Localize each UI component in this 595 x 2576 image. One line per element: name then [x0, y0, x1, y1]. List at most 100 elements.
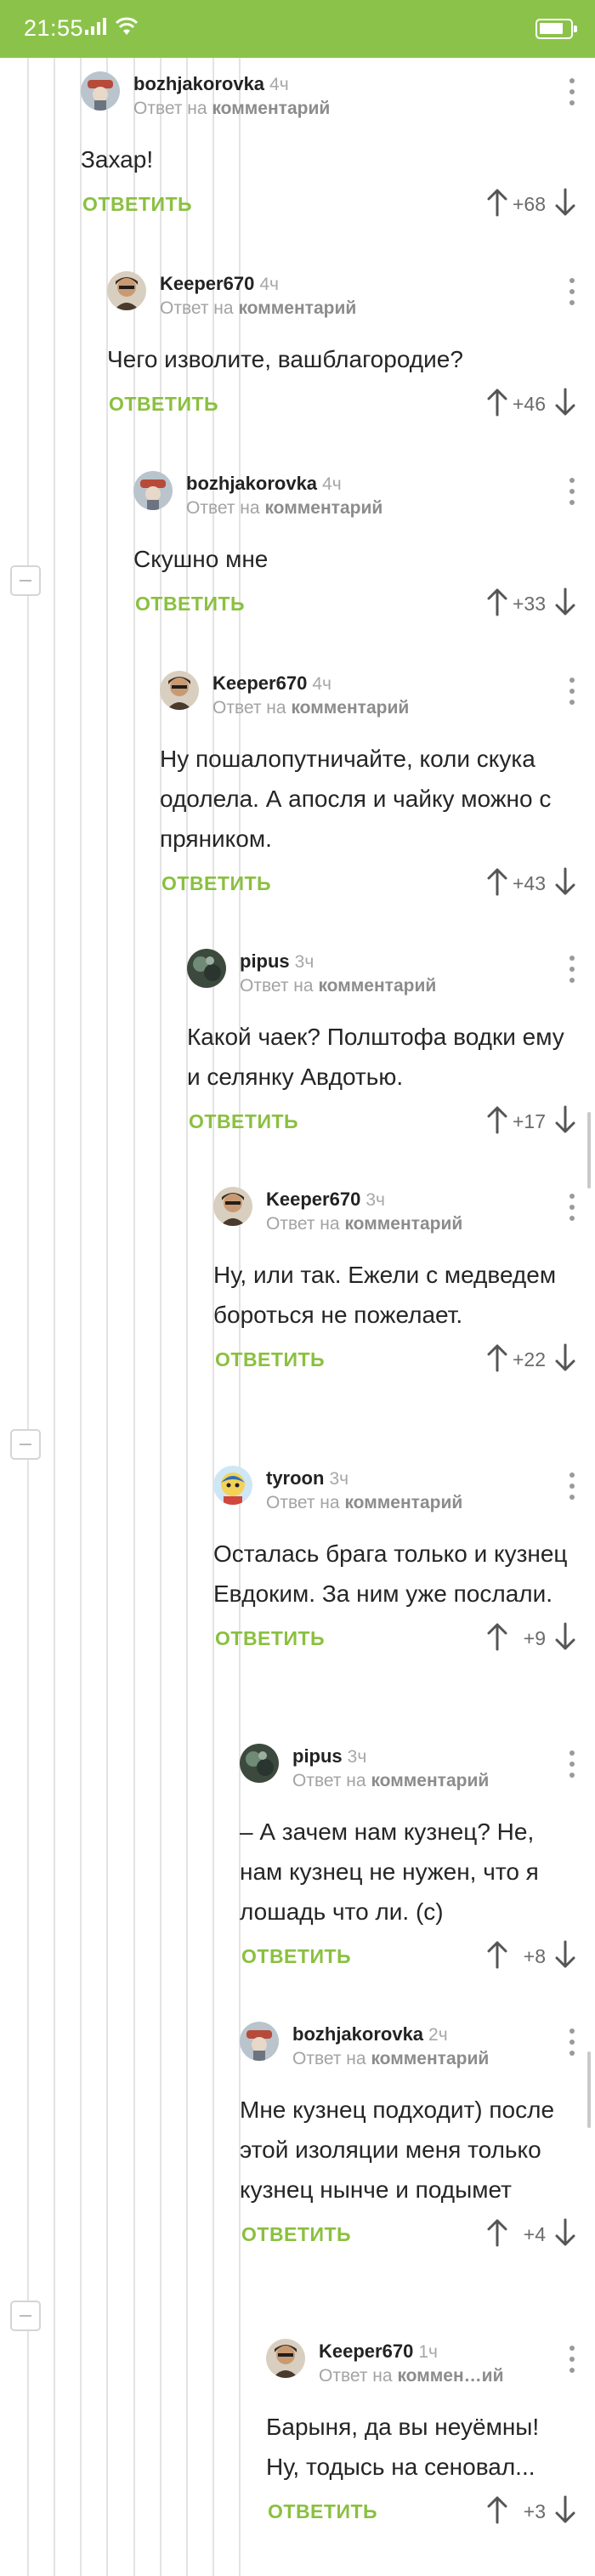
comment-author[interactable]: bozhjakorovka 2ч — [292, 2023, 448, 2045]
reply-target-link[interactable]: комментарий — [238, 298, 356, 318]
author-name[interactable]: tyroon — [266, 1467, 324, 1489]
reply-button[interactable]: ОТВЕТИТЬ — [189, 1110, 298, 1133]
thread-line — [106, 58, 108, 2576]
more-options-icon[interactable] — [568, 278, 576, 307]
more-options-icon[interactable] — [568, 78, 576, 107]
comment-header: bozhjakorovka 4ч Ответ на комментарий — [81, 65, 583, 122]
collapse-thread-button[interactable] — [10, 565, 41, 596]
reply-target-link[interactable]: комментарий — [318, 976, 436, 996]
more-options-icon[interactable] — [568, 2346, 576, 2375]
comment-author[interactable]: Keeper670 4ч — [160, 273, 279, 295]
downvote-arrow-icon[interactable] — [554, 2218, 576, 2251]
comment-text: Ну, или так. Ежели с медведем бороться н… — [213, 1262, 557, 1328]
bozhjakorovka-avatar[interactable] — [240, 2022, 279, 2061]
reply-target-link[interactable]: комментарий — [291, 698, 409, 718]
downvote-arrow-icon[interactable] — [554, 867, 576, 900]
reply-target-link[interactable]: комментарий — [264, 498, 382, 518]
reply-to-line: Ответ на комментарий — [186, 498, 382, 519]
tyroon-avatar[interactable] — [213, 1466, 252, 1505]
bozhjakorovka-avatar[interactable] — [133, 471, 173, 510]
collapse-thread-button[interactable] — [10, 2301, 41, 2331]
reply-button[interactable]: ОТВЕТИТЬ — [109, 393, 218, 416]
comment-actions: ОТВЕТИТЬ +46 — [107, 379, 583, 435]
reply-target-link[interactable]: комментарий — [344, 1493, 462, 1512]
downvote-arrow-icon[interactable] — [554, 587, 576, 621]
comment-time: 4ч — [312, 674, 332, 694]
more-options-icon[interactable] — [568, 956, 576, 984]
reply-target-link[interactable]: комментарий — [344, 1214, 462, 1234]
pipus-avatar[interactable] — [240, 1744, 279, 1783]
author-name[interactable]: bozhjakorovka — [186, 473, 317, 494]
comment-rating: +46 — [512, 393, 546, 415]
comment-text: Ну пошалопутничайте, коли скука одолела.… — [160, 746, 552, 852]
more-options-icon[interactable] — [568, 1750, 576, 1779]
comment-time: 3ч — [294, 952, 314, 972]
reply-button[interactable]: ОТВЕТИТЬ — [241, 2223, 351, 2246]
reply-button[interactable]: ОТВЕТИТЬ — [215, 1348, 325, 1371]
author-name[interactable]: Keeper670 — [266, 1189, 360, 1210]
comment: pipus 3ч Ответ на комментарий – А зачем нам… — [240, 1737, 583, 1988]
comment: bozhjakorovka 4ч Ответ на комментарий Скушн… — [133, 464, 583, 635]
downvote-arrow-icon[interactable] — [554, 188, 576, 221]
more-options-icon[interactable] — [568, 1194, 576, 1223]
comment-time: 4ч — [322, 474, 342, 494]
keeper670-avatar[interactable] — [160, 671, 199, 710]
author-name[interactable]: pipus — [240, 950, 290, 972]
reply-target-link[interactable]: комментарий — [371, 2049, 489, 2068]
reply-to-line: Ответ на коммен…ий — [319, 2366, 503, 2386]
comment-author[interactable]: pipus 3ч — [292, 1745, 366, 1767]
comment: Keeper670 1ч Ответ на коммен…ий Барыня, да … — [266, 2332, 583, 2543]
scrollbar[interactable] — [587, 1112, 591, 1189]
author-name[interactable]: Keeper670 — [212, 672, 307, 694]
comment-header: Keeper670 3ч Ответ на комментарий — [213, 1180, 583, 1238]
author-name[interactable]: bozhjakorovka — [292, 2023, 423, 2045]
reply-button[interactable]: ОТВЕТИТЬ — [162, 872, 271, 895]
comment-header: Keeper670 4ч Ответ на комментарий — [107, 264, 583, 322]
reply-button[interactable]: ОТВЕТИТЬ — [241, 1945, 351, 1968]
reply-target-link[interactable]: комментарий — [212, 99, 330, 118]
comment-author[interactable]: bozhjakorovka 4ч — [186, 473, 342, 495]
comment-text: Захар! — [81, 146, 154, 173]
downvote-arrow-icon[interactable] — [554, 2495, 576, 2528]
reply-target-link[interactable]: коммен…ий — [397, 2366, 503, 2386]
comment-text: Барыня, да вы неуёмны! Ну, тодысь на сен… — [266, 2414, 540, 2480]
reply-target-link[interactable]: комментарий — [371, 1771, 489, 1790]
downvote-arrow-icon[interactable] — [554, 1622, 576, 1655]
author-name[interactable]: Keeper670 — [160, 273, 254, 294]
scrollbar[interactable] — [587, 2051, 591, 2128]
reply-button[interactable]: ОТВЕТИТЬ — [215, 1627, 325, 1650]
reply-button[interactable]: ОТВЕТИТЬ — [268, 2500, 377, 2523]
author-name[interactable]: bozhjakorovka — [133, 73, 264, 94]
downvote-arrow-icon[interactable] — [554, 1940, 576, 1973]
comment-author[interactable]: bozhjakorovka 4ч — [133, 73, 289, 95]
keeper670-avatar[interactable] — [266, 2339, 305, 2378]
comment-author[interactable]: tyroon 3ч — [266, 1467, 348, 1489]
downvote-arrow-icon[interactable] — [554, 1343, 576, 1376]
keeper670-avatar[interactable] — [107, 271, 146, 310]
pipus-avatar[interactable] — [187, 949, 226, 988]
comment: pipus 3ч Ответ на комментарий Какой чаек? П… — [187, 942, 583, 1153]
reply-to-line: Ответ на комментарий — [266, 1214, 462, 1234]
author-name[interactable]: Keeper670 — [319, 2341, 413, 2362]
author-name[interactable]: pipus — [292, 1745, 343, 1767]
bozhjakorovka-avatar[interactable] — [81, 71, 120, 111]
comment-rating: +9 — [523, 1627, 546, 1649]
more-options-icon[interactable] — [568, 2028, 576, 2057]
comment-actions: ОТВЕТИТЬ +43 — [160, 859, 583, 915]
comment: tyroon 3ч Ответ на комментарий Осталась бра… — [213, 1459, 583, 1670]
comment-author[interactable]: pipus 3ч — [240, 950, 314, 973]
downvote-arrow-icon[interactable] — [554, 1105, 576, 1138]
reply-prefix: Ответ на — [266, 1214, 340, 1234]
comment-author[interactable]: Keeper670 3ч — [266, 1189, 385, 1211]
more-options-icon[interactable] — [568, 1472, 576, 1501]
reply-button[interactable]: ОТВЕТИТЬ — [82, 193, 192, 216]
reply-prefix: Ответ на — [292, 1771, 366, 1790]
collapse-thread-button[interactable] — [10, 1429, 41, 1460]
downvote-arrow-icon[interactable] — [554, 388, 576, 421]
reply-button[interactable]: ОТВЕТИТЬ — [135, 593, 245, 616]
comment-author[interactable]: Keeper670 1ч — [319, 2341, 438, 2363]
more-options-icon[interactable] — [568, 478, 576, 507]
more-options-icon[interactable] — [568, 678, 576, 706]
keeper670-avatar[interactable] — [213, 1187, 252, 1226]
comment-author[interactable]: Keeper670 4ч — [212, 672, 332, 695]
